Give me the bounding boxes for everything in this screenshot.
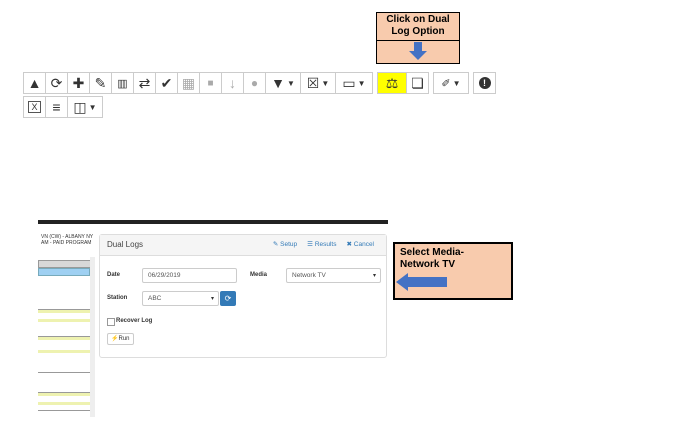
toolbar: ▲ ⟳ ✚ ✎ ▥ ⇄ ✔ ▦ ■ ↓ ● ▼ ▼ ☒ ▼ ▭ ▼ ⚖ ❏ ✐ ▼ ! … bbox=[23, 72, 496, 120]
run-button[interactable]: ⚡Run bbox=[107, 333, 134, 345]
excel-file-icon: X bbox=[28, 101, 41, 113]
copy-icon: ❏ bbox=[411, 74, 424, 91]
dual-logs-panel: Dual Logs ✎ Setup ☰ Results ✖ Cancel Dat… bbox=[99, 234, 387, 358]
header-links: ✎ Setup ☰ Results ✖ Cancel bbox=[273, 240, 374, 248]
alert-icon: ! bbox=[478, 77, 491, 89]
setup-link-label: Setup bbox=[280, 241, 298, 248]
database-icon: ≡ bbox=[52, 99, 61, 115]
media-label: Media bbox=[250, 272, 268, 278]
toolbar-row-1: ▲ ⟳ ✚ ✎ ▥ ⇄ ✔ ▦ ■ ↓ ● ▼ ▼ ☒ ▼ ▭ ▼ ⚖ ❏ ✐ ▼ ! bbox=[23, 72, 496, 96]
check-button[interactable]: ✔ bbox=[155, 72, 178, 94]
arrow-down-icon bbox=[409, 42, 427, 60]
toolbar-row-2: X ≡ ◫ ▼ bbox=[23, 96, 496, 120]
globe-icon: ● bbox=[250, 76, 259, 90]
grid-text-line-2: AM - PAID PROGRAM bbox=[41, 240, 92, 246]
dual-log-callout-text: Click on Dual Log Option bbox=[377, 13, 459, 41]
swap-icon: ⇄ bbox=[138, 74, 151, 91]
refresh-button[interactable]: ⟳ bbox=[45, 72, 68, 94]
columns-dropdown[interactable]: ◫ ▼ bbox=[67, 96, 103, 118]
video-button[interactable]: ■ bbox=[199, 72, 222, 94]
station-value: ABC bbox=[148, 295, 162, 302]
station-select[interactable]: ABC ▾ bbox=[142, 291, 219, 306]
delete-button[interactable]: ▥ bbox=[111, 72, 134, 94]
panel-title: Dual Logs bbox=[107, 240, 144, 249]
copy-button[interactable]: ❏ bbox=[406, 72, 429, 94]
calendar-icon: ▦ bbox=[181, 74, 196, 91]
edit-icon: ✎ bbox=[94, 74, 107, 91]
grid-scrollbar[interactable] bbox=[90, 257, 95, 417]
results-link-label: Results bbox=[314, 241, 337, 248]
grid-row-selected[interactable] bbox=[38, 268, 90, 276]
monitor-icon: ▭ bbox=[342, 74, 356, 91]
calendar-button[interactable]: ▦ bbox=[177, 72, 200, 94]
media-select[interactable]: Network TV ▾ bbox=[286, 268, 381, 283]
close-box-icon: ☒ bbox=[306, 74, 320, 91]
arrow-left-icon bbox=[396, 273, 447, 291]
chevron-down-icon: ▼ bbox=[286, 78, 295, 88]
dual-logs-header: Dual Logs ✎ Setup ☰ Results ✖ Cancel bbox=[100, 235, 386, 256]
chevron-down-icon: ▼ bbox=[357, 78, 366, 88]
edit-button[interactable]: ✎ bbox=[89, 72, 112, 94]
alert-button[interactable]: ! bbox=[473, 72, 496, 94]
plus-icon: ✚ bbox=[72, 74, 85, 91]
tree-icon: ▲ bbox=[27, 75, 42, 91]
screenshot-top-bar bbox=[38, 220, 388, 224]
chevron-down-icon: ▾ bbox=[210, 296, 214, 302]
cancel-link-label: Cancel bbox=[353, 241, 374, 248]
grid-row[interactable] bbox=[38, 350, 90, 353]
chevron-down-icon: ▾ bbox=[372, 273, 376, 279]
database-button[interactable]: ≡ bbox=[45, 96, 68, 118]
filter-dropdown[interactable]: ▼ ▼ bbox=[265, 72, 301, 94]
cancel-link[interactable]: ✖ Cancel bbox=[347, 240, 375, 248]
wrench-dropdown[interactable]: ✐ ▼ bbox=[433, 72, 469, 94]
date-value: 06/29/2019 bbox=[148, 272, 181, 279]
setup-link[interactable]: ✎ Setup bbox=[273, 240, 297, 248]
list-icon: ☰ bbox=[307, 241, 315, 248]
video-icon: ■ bbox=[207, 77, 214, 89]
date-input[interactable]: 06/29/2019 bbox=[142, 268, 237, 283]
check-icon: ✔ bbox=[160, 74, 173, 91]
sort-icon: ↓ bbox=[229, 75, 236, 91]
grid-row[interactable] bbox=[38, 319, 90, 322]
media-value: Network TV bbox=[292, 272, 326, 279]
wrench-icon: ✐ bbox=[441, 77, 451, 90]
recover-log-label: Recover Log bbox=[116, 318, 153, 324]
sort-button[interactable]: ↓ bbox=[221, 72, 244, 94]
grid-row[interactable] bbox=[38, 309, 90, 313]
trash-icon: ▥ bbox=[117, 77, 128, 90]
columns-icon: ◫ bbox=[73, 98, 87, 115]
grid-row[interactable] bbox=[38, 402, 90, 405]
grid-row[interactable] bbox=[38, 336, 90, 340]
grid-divider bbox=[38, 410, 90, 411]
chevron-down-icon: ▼ bbox=[88, 102, 97, 112]
filter-icon: ▼ bbox=[271, 75, 285, 91]
chevron-down-icon: ▼ bbox=[452, 78, 461, 88]
add-button[interactable]: ✚ bbox=[67, 72, 90, 94]
station-label: Station bbox=[107, 295, 128, 301]
recover-log-checkbox[interactable] bbox=[107, 318, 115, 326]
refresh-icon: ⟳ bbox=[224, 294, 232, 303]
monitor-dropdown[interactable]: ▭ ▼ bbox=[335, 72, 373, 94]
media-callout-text: Select Media- Network TV bbox=[400, 247, 464, 270]
scale-icon: ⚖ bbox=[385, 74, 399, 91]
tree-button[interactable]: ▲ bbox=[23, 72, 46, 94]
swap-button[interactable]: ⇄ bbox=[133, 72, 156, 94]
close-icon: ✖ bbox=[346, 241, 354, 248]
dual-log-button[interactable]: ⚖ bbox=[377, 72, 407, 94]
results-link[interactable]: ☰ Results bbox=[307, 240, 336, 248]
close-box-dropdown[interactable]: ☒ ▼ bbox=[300, 72, 336, 94]
date-label: Date bbox=[107, 272, 121, 278]
grid-divider bbox=[38, 372, 90, 373]
grid-header bbox=[38, 260, 94, 268]
grid-row[interactable] bbox=[38, 392, 90, 396]
refresh-icon: ⟳ bbox=[50, 74, 63, 91]
log-grid-panel: VN (CW) - ALBANY NY AM - PAID PROGRAM bbox=[38, 225, 95, 425]
globe-button[interactable]: ● bbox=[243, 72, 266, 94]
refresh-station-button[interactable]: ⟳ bbox=[220, 291, 236, 306]
export-excel-button[interactable]: X bbox=[23, 96, 46, 118]
chevron-down-icon: ▼ bbox=[321, 78, 330, 88]
run-label: Run bbox=[118, 336, 130, 342]
